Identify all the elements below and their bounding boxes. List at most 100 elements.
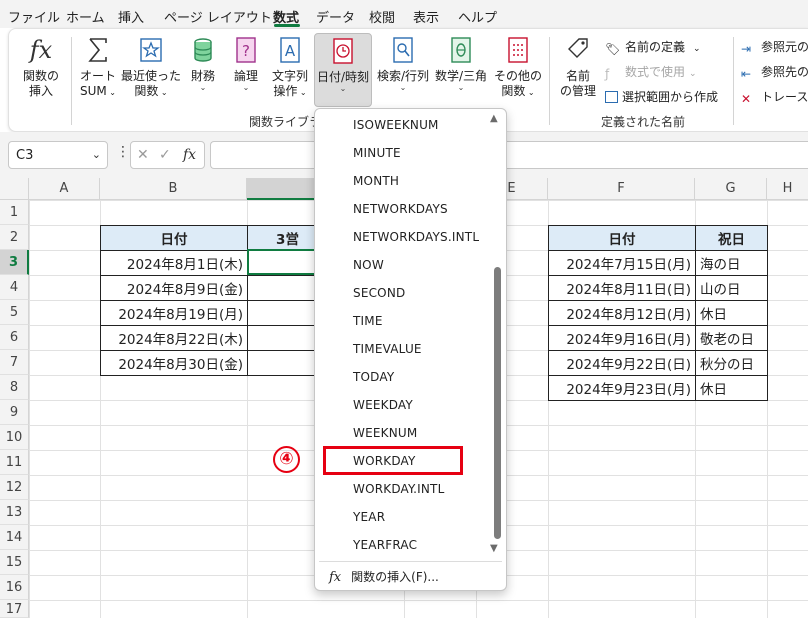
function-item-networkdays[interactable]: NETWORKDAYS bbox=[353, 202, 448, 216]
date-cell[interactable]: 2024年8月19日(月) bbox=[100, 300, 248, 326]
date-header[interactable]: 日付 bbox=[100, 225, 248, 251]
trace-precedents-button[interactable]: ⇥ 参照元の bbox=[741, 38, 808, 56]
select-all-corner[interactable] bbox=[0, 178, 29, 200]
formula-input[interactable] bbox=[210, 141, 808, 169]
column-header-h[interactable]: H bbox=[767, 178, 808, 200]
tab-review[interactable]: 校閲 bbox=[369, 7, 395, 26]
financial-button[interactable]: 財務 ⌄ bbox=[185, 35, 221, 92]
function-item-workday-intl[interactable]: WORKDAY.INTL bbox=[353, 482, 444, 496]
holiday-name-cell[interactable]: 休日 bbox=[695, 375, 768, 401]
row-header[interactable]: 13 bbox=[0, 500, 29, 525]
row-header[interactable]: 5 bbox=[0, 300, 29, 325]
holiday-date-header[interactable]: 日付 bbox=[548, 225, 696, 251]
tab-help[interactable]: ヘルプ bbox=[458, 7, 497, 26]
theta-icon bbox=[451, 37, 471, 63]
function-item-minute[interactable]: MINUTE bbox=[353, 146, 401, 160]
selected-cell-c3[interactable] bbox=[247, 249, 317, 275]
row-header[interactable]: 6 bbox=[0, 325, 29, 350]
date-cell[interactable]: 2024年8月9日(金) bbox=[100, 275, 248, 301]
row-header[interactable]: 9 bbox=[0, 400, 29, 425]
function-item-weekday[interactable]: WEEKDAY bbox=[353, 398, 413, 412]
more-functions-button[interactable]: その他の 関数 ⌄ bbox=[493, 35, 543, 100]
function-item-year[interactable]: YEAR bbox=[353, 510, 385, 524]
insert-function-menu-item[interactable]: fx 関数の挿入(F)... bbox=[329, 568, 439, 585]
tab-file[interactable]: ファイル bbox=[8, 7, 60, 26]
holiday-name-header[interactable]: 祝日 bbox=[695, 225, 768, 251]
row-header[interactable]: 2 bbox=[0, 225, 29, 250]
function-item-networkdays-intl[interactable]: NETWORKDAYS.INTL bbox=[353, 230, 479, 244]
holiday-name-cell[interactable]: 山の日 bbox=[695, 275, 768, 301]
tab-data[interactable]: データ bbox=[316, 7, 355, 26]
holiday-name-cell[interactable]: 秋分の日 bbox=[695, 350, 768, 376]
holiday-date-cell[interactable]: 2024年8月11日(日) bbox=[548, 275, 696, 301]
tab-insert[interactable]: 挿入 bbox=[118, 7, 144, 26]
function-item-month[interactable]: MONTH bbox=[353, 174, 399, 188]
tab-home[interactable]: ホーム bbox=[66, 7, 105, 26]
function-item-second[interactable]: SECOND bbox=[353, 286, 405, 300]
trace-dependents-icon: ⇤ bbox=[741, 67, 752, 81]
more-options-icon[interactable]: ⋮ bbox=[116, 144, 130, 160]
row-header[interactable]: 11 bbox=[0, 450, 29, 475]
row-header[interactable]: 1 bbox=[0, 200, 29, 225]
insert-function-button[interactable]: fx 関数の 挿入 bbox=[15, 35, 67, 99]
autosum-button[interactable]: オート SUM ⌄ bbox=[75, 35, 121, 100]
trace-dependents-button[interactable]: ⇤ 参照先の bbox=[741, 63, 808, 81]
function-item-now[interactable]: NOW bbox=[353, 258, 384, 272]
holiday-date-cell[interactable]: 2024年8月12日(月) bbox=[548, 300, 696, 326]
datetime-button[interactable]: 日付/時刻 ⌄ bbox=[314, 33, 372, 107]
recent-functions-button[interactable]: 最近使った 関数 ⌄ bbox=[121, 35, 181, 100]
function-item-today[interactable]: TODAY bbox=[353, 370, 394, 384]
holiday-date-cell[interactable]: 2024年9月22日(日) bbox=[548, 350, 696, 376]
holiday-date-cell[interactable]: 2024年9月16日(月) bbox=[548, 325, 696, 351]
more-functions-icon bbox=[508, 37, 528, 63]
function-item-yearfrac[interactable]: YEARFRAC bbox=[353, 538, 417, 552]
row-header[interactable]: 14 bbox=[0, 525, 29, 550]
row-header-selected[interactable]: 3 bbox=[0, 250, 29, 275]
tab-page-layout[interactable]: ページ レイアウト bbox=[164, 7, 272, 26]
row-header[interactable]: 10 bbox=[0, 425, 29, 450]
holiday-date-cell[interactable]: 2024年9月23日(月) bbox=[548, 375, 696, 401]
row-header[interactable]: 4 bbox=[0, 275, 29, 300]
row-header[interactable]: 7 bbox=[0, 350, 29, 375]
column-header-a[interactable]: A bbox=[29, 178, 100, 200]
row-header[interactable]: 12 bbox=[0, 475, 29, 500]
create-from-selection-button[interactable]: 選択範囲から作成 bbox=[605, 88, 718, 105]
tab-view[interactable]: 表示 bbox=[413, 7, 439, 26]
math-button[interactable]: 数学/三角 ⌄ bbox=[433, 35, 489, 92]
holiday-name-cell[interactable]: 敬老の日 bbox=[695, 325, 768, 351]
row-header[interactable]: 15 bbox=[0, 550, 29, 575]
date-cell[interactable]: 2024年8月22日(木) bbox=[100, 325, 248, 351]
define-name-button[interactable]: 🏷 名前の定義 ⌄ bbox=[605, 38, 701, 56]
text-functions-button[interactable]: A 文字列 操作 ⌄ bbox=[267, 35, 313, 100]
column-header-f[interactable]: F bbox=[548, 178, 695, 200]
column-header-b[interactable]: B bbox=[100, 178, 247, 200]
holiday-date-cell[interactable]: 2024年7月15日(月) bbox=[548, 250, 696, 276]
function-item-time[interactable]: TIME bbox=[353, 314, 383, 328]
check-icon[interactable]: ✓ bbox=[159, 147, 171, 163]
name-manager-button[interactable]: 名前 の管理 bbox=[557, 35, 599, 99]
use-in-formula-button[interactable]: ƒ 数式で使用 ⌄ bbox=[605, 63, 697, 81]
scroll-down-arrow-icon[interactable]: ▼ bbox=[490, 543, 498, 554]
function-item-timevalue[interactable]: TIMEVALUE bbox=[353, 342, 422, 356]
chevron-down-icon: ⌄ bbox=[399, 83, 407, 92]
scroll-up-arrow-icon[interactable]: ▲ bbox=[490, 113, 498, 124]
holiday-name-cell[interactable]: 海の日 bbox=[695, 250, 768, 276]
row-header[interactable]: 8 bbox=[0, 375, 29, 400]
cancel-icon[interactable]: ✕ bbox=[137, 147, 149, 163]
lookup-button[interactable]: 検索/行列 ⌄ bbox=[375, 35, 431, 92]
scrollbar-thumb[interactable] bbox=[494, 267, 501, 539]
lookup-label: 検索/行列 bbox=[376, 69, 430, 83]
row-header[interactable]: 17 bbox=[0, 600, 29, 618]
function-item-isoweeknum[interactable]: ISOWEEKNUM bbox=[353, 118, 439, 132]
function-item-weeknum[interactable]: WEEKNUM bbox=[353, 426, 417, 440]
holiday-name-cell[interactable]: 休日 bbox=[695, 300, 768, 326]
date-cell[interactable]: 2024年8月1日(木) bbox=[100, 250, 248, 276]
grid-small-icon bbox=[605, 91, 618, 103]
name-box[interactable]: C3 ⌄ bbox=[8, 141, 108, 169]
column-header-g[interactable]: G bbox=[695, 178, 767, 200]
fx-icon[interactable]: fx bbox=[183, 147, 196, 163]
date-cell[interactable]: 2024年8月30日(金) bbox=[100, 350, 248, 376]
remove-arrows-button[interactable]: ✕ トレース矢 bbox=[741, 88, 808, 106]
logical-button[interactable]: ? 論理 ⌄ bbox=[229, 35, 263, 92]
row-header[interactable]: 16 bbox=[0, 575, 29, 600]
